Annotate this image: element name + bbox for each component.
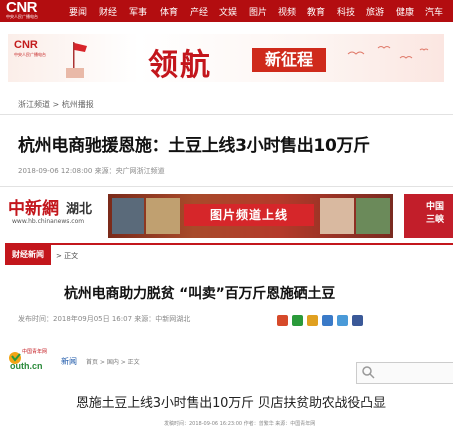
- youth-logo[interactable]: 中国青年网 outh.cn: [6, 345, 56, 375]
- cnr-logo-sub: 中央人民广播电台: [6, 14, 38, 19]
- flag-icon: [66, 42, 87, 78]
- share-wechat-icon[interactable]: [292, 315, 303, 326]
- article-meta: 发稿时间：2018-09-06 16:23:00 作者：曾繁华 来源：中国青年网: [164, 421, 316, 427]
- divider: [0, 114, 453, 115]
- youth-news-link[interactable]: 新闻: [61, 356, 77, 367]
- nav-item-jiaoyu[interactable]: 教育: [307, 5, 325, 18]
- youth-logo-text: outh.cn: [10, 361, 43, 371]
- share-tencent-icon[interactable]: [337, 315, 348, 326]
- nav-item-qiche[interactable]: 汽车: [425, 5, 443, 18]
- article-date: 2018-09-06 12:08:00: [18, 167, 93, 175]
- nav-item-yaowen[interactable]: 要闻: [69, 5, 87, 18]
- share-facebook-icon[interactable]: [352, 315, 363, 326]
- banner-photo: [320, 198, 354, 234]
- nav-item-chanjing[interactable]: 产经: [190, 5, 208, 18]
- banner-photo: [112, 198, 144, 234]
- birds-icon: [347, 46, 429, 59]
- share-qq-icon[interactable]: [322, 315, 333, 326]
- banner-logo: CNR: [14, 39, 38, 51]
- nav-item-shipin[interactable]: 视频: [278, 5, 296, 18]
- cnr-logo[interactable]: CNR 中央人民广播电台: [6, 0, 50, 21]
- nav-item-tupian[interactable]: 图片: [249, 5, 267, 18]
- search-icon[interactable]: [361, 365, 375, 379]
- breadcrumb: 浙江频道 > 杭州播报: [18, 99, 94, 110]
- banner-text: 图片频道上线: [184, 204, 314, 226]
- chinanews-logo[interactable]: 中新網: [8, 194, 59, 219]
- side-ad-text-line: 三峡: [426, 215, 445, 225]
- section-tag[interactable]: 财经新闻: [5, 245, 51, 265]
- nav-item-tiyu[interactable]: 体育: [160, 5, 178, 18]
- article-source: 来源：央广网浙江频道: [94, 167, 165, 175]
- nav-item-keji[interactable]: 科技: [337, 5, 355, 18]
- banner-slogan: 领航: [148, 48, 212, 82]
- nav-item-lvyou[interactable]: 旅游: [366, 5, 384, 18]
- article-meta: 2018-09-06 12:08:00 来源：央广网浙江频道: [18, 166, 165, 176]
- nav-item-jiankang[interactable]: 健康: [396, 5, 414, 18]
- nav-item-caijing[interactable]: 财经: [99, 5, 117, 18]
- breadcrumb-hangzhou[interactable]: 杭州播报: [62, 100, 94, 109]
- nav-item-wenyu[interactable]: 文娱: [219, 5, 237, 18]
- section-crumb: > 正文: [56, 252, 79, 260]
- promo-banner[interactable]: CNR 中央人民广播电台 领航 新征程: [8, 34, 444, 82]
- article-title: 杭州电商助力脱贫 “叫卖”百万斤恩施硒土豆: [64, 286, 336, 302]
- divider: [0, 186, 453, 187]
- youth-logo-top: 中国青年网: [22, 348, 47, 355]
- nav-item-junshi[interactable]: 军事: [129, 5, 147, 18]
- chinanews-url: www.hb.chinanews.com: [12, 218, 85, 225]
- share-weibo-icon[interactable]: [277, 315, 288, 326]
- chinanews-sub: 湖北: [66, 202, 93, 217]
- chinanews-banner[interactable]: 图片频道上线: [108, 194, 393, 238]
- breadcrumb-zhejiang[interactable]: 浙江频道: [18, 100, 50, 109]
- banner-photo: [146, 198, 180, 234]
- article-title: 杭州电商驰援恩施：土豆上线3小时售出10万斤: [18, 136, 370, 156]
- youth-breadcrumb: 首页 > 国内 > 正文: [86, 359, 140, 366]
- breadcrumb-separator: >: [52, 100, 60, 109]
- article-meta: 发布时间：2018年09月05日 16:07 来源：中新网湖北: [18, 315, 191, 323]
- banner-box: 新征程: [252, 48, 326, 72]
- side-ad-text: 中国 三峡: [426, 201, 444, 227]
- side-ad-text-line: 中国: [426, 202, 445, 212]
- banner-logo-sub: 中央人民广播电台: [14, 52, 46, 57]
- banner-photo: [356, 198, 390, 234]
- article-title: 恩施土豆上线3小时售出10万斤 贝店扶贫助农战役凸显: [76, 396, 386, 411]
- share-qzone-icon[interactable]: [307, 315, 318, 326]
